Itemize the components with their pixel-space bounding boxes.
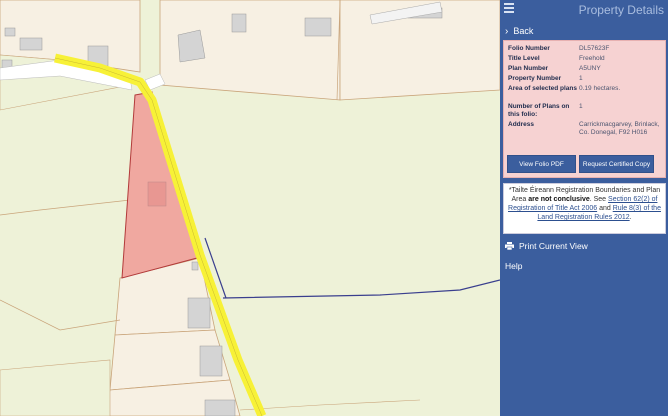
panel-header: Property Details xyxy=(500,0,668,20)
detail-value: A5UNY xyxy=(579,65,601,72)
detail-row-plan-number: Plan Number A5UNY xyxy=(508,65,665,75)
detail-value: 0.19 hectares. xyxy=(579,85,621,92)
detail-key: Area of selected plans xyxy=(508,85,577,92)
detail-key: Address xyxy=(508,121,535,128)
detail-row-area: Area of selected plans 0.19 hectares. xyxy=(508,85,665,103)
detail-row-plan-count: Number of Plans on this folio: 1 xyxy=(508,103,665,121)
details-actions: View Folio PDF Request Certified Copy xyxy=(507,155,654,173)
request-certified-copy-button[interactable]: Request Certified Copy xyxy=(579,155,654,173)
notice-mid: . See xyxy=(589,196,607,203)
detail-key: Property Number xyxy=(508,75,562,82)
back-button[interactable]: › Back xyxy=(500,22,668,40)
detail-key: Plan Number xyxy=(508,65,549,72)
detail-row-address: Address Carrickmacgarvey, Brinlack, Co. … xyxy=(508,121,665,147)
chevron-right-icon: › xyxy=(505,25,509,37)
detail-value: Carrickmacgarvey, Brinlack, Co. Donegal,… xyxy=(579,121,660,136)
property-details-card: Folio Number DL57623F Title Level Freeho… xyxy=(503,40,666,178)
detail-row-title-level: Title Level Freehold xyxy=(508,55,665,65)
notice-and: and xyxy=(599,205,611,212)
detail-row-folio: Folio Number DL57623F xyxy=(508,45,665,55)
detail-key: Folio Number xyxy=(508,45,550,52)
details-list: Folio Number DL57623F Title Level Freeho… xyxy=(504,45,665,147)
help-link[interactable]: Help xyxy=(505,261,522,271)
printer-icon xyxy=(505,242,514,250)
disclaimer-notice: *Tailte Éireann Registration Boundaries … xyxy=(503,183,666,234)
back-label: Back xyxy=(513,26,534,36)
view-folio-pdf-button[interactable]: View Folio PDF xyxy=(507,155,576,173)
map-view[interactable] xyxy=(0,0,500,416)
notice-bold: are not conclusive xyxy=(528,196,590,203)
notice-suffix: . xyxy=(629,214,632,221)
detail-key: Number of Plans on this folio: xyxy=(508,103,570,118)
print-current-view-button[interactable]: Print Current View xyxy=(505,241,588,251)
hamburger-menu-icon[interactable] xyxy=(504,3,514,15)
detail-row-property-number: Property Number 1 xyxy=(508,75,665,85)
panel-title: Property Details xyxy=(578,3,664,17)
detail-key: Title Level xyxy=(508,55,540,62)
detail-value: 1 xyxy=(579,75,583,82)
detail-value: 1 xyxy=(579,103,583,110)
map-canvas[interactable] xyxy=(0,0,500,416)
detail-value: DL57623F xyxy=(579,45,610,52)
detail-value: Freehold xyxy=(579,55,605,62)
print-label: Print Current View xyxy=(519,241,588,251)
